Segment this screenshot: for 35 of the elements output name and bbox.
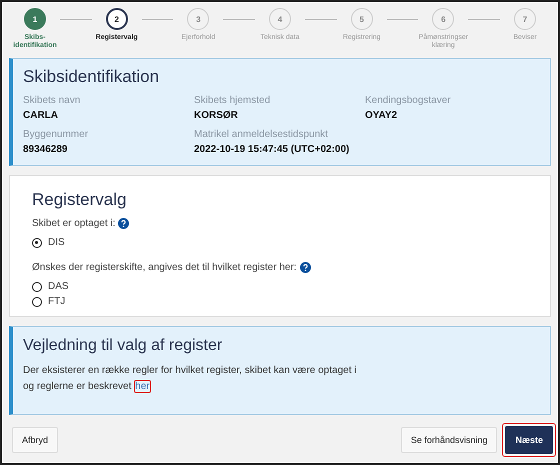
next-button[interactable]: Næste [505,426,553,454]
radio-label[interactable]: DAS [48,281,69,292]
field-value: 2022-10-19 15:47:45 (UTC+02:00) [194,144,350,155]
help-icon[interactable] [300,262,311,273]
step-circle[interactable]: 3 [187,8,210,30]
link[interactable]: her [134,380,151,392]
field-label: Kendingsbogstaver [365,95,452,106]
card-title: Registervalg [32,190,128,210]
radio-label[interactable]: FTJ [48,296,66,307]
radio-button[interactable] [32,238,42,248]
field-value: CARLA [23,110,59,121]
card-title: Vejledning til valg af register [23,337,224,355]
field-label: Matrikel anmeldelsestidspunkt [194,129,329,140]
field-label: Skibets hjemsted [194,95,272,106]
preview-button[interactable]: Se forhåndsvisning [400,427,498,453]
step-circle[interactable]: 1 [24,8,46,30]
question-label: Skibet er optaget i: [32,218,116,229]
guide-text: Der eksisterer en række regler for hvilket register, skibet kan være optaget i og reglerne er beskrevet her [23,364,358,394]
radio-label[interactable]: DIS [48,237,65,248]
step-circle[interactable]: 7 [514,8,536,30]
field-label: Skibets navn [23,95,82,106]
step-circle[interactable]: 6 [432,8,454,30]
question-label: Ønskes der registerskifte, angives det til hvilket register her: [32,262,297,273]
step-circle[interactable]: 4 [269,8,292,30]
step-circle[interactable]: 5 [350,8,373,30]
help-icon[interactable] [118,218,130,229]
cancel-button[interactable]: Afbryd [12,427,58,453]
field-value: OYAY2 [365,110,398,121]
card-title: Skibsidentifikation [23,67,160,87]
step-circle[interactable]: 2 [106,8,128,30]
radio-button[interactable] [32,282,42,292]
field-value: 89346289 [23,144,68,155]
field-value: KORSØR [194,110,239,121]
field-label: Byggenummer [23,129,90,140]
radio-button[interactable] [32,296,42,306]
